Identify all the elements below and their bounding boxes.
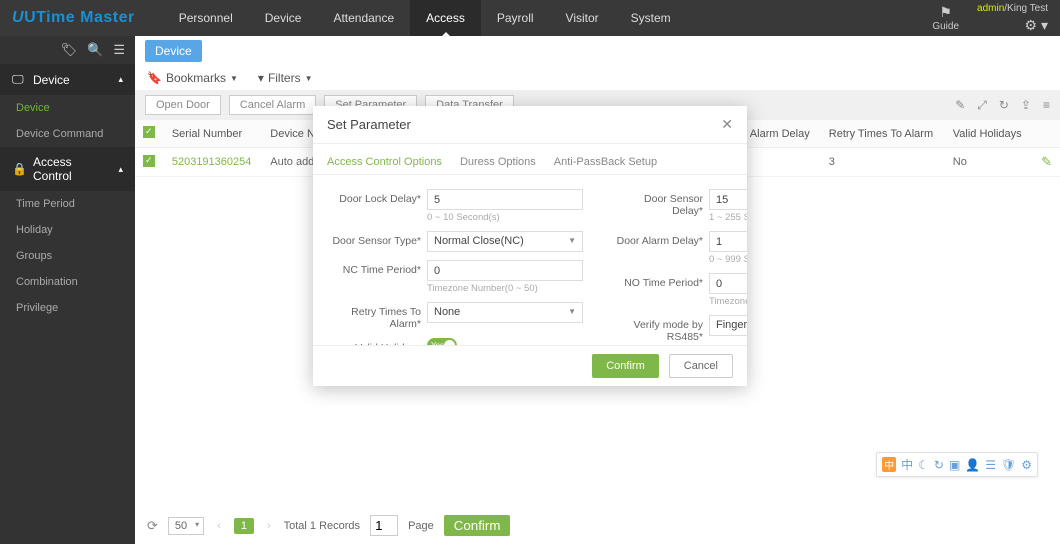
- label-no-time-period: NO Time Period*: [611, 273, 709, 289]
- tab-duress-options[interactable]: Duress Options: [460, 150, 536, 174]
- select-verify-mode[interactable]: Fingerprint/Card▼: [709, 315, 747, 336]
- topbar: UUTime Master Personnel Device Attendanc…: [0, 0, 1060, 36]
- nav-device[interactable]: Device: [249, 0, 318, 36]
- input-door-sensor-delay[interactable]: [709, 189, 747, 210]
- label-door-sensor-delay: Door Sensor Delay*: [611, 189, 709, 217]
- guide-label: Guide: [932, 21, 959, 32]
- user-name: King Test: [1007, 3, 1048, 14]
- input-door-lock-delay[interactable]: [427, 189, 583, 210]
- set-parameter-modal: Set Parameter ✕ Access Control Options D…: [313, 106, 747, 386]
- select-retry-alarm-value: None: [434, 306, 460, 318]
- input-no-time-period[interactable]: [709, 273, 747, 294]
- main-nav: Personnel Device Attendance Access Payro…: [163, 0, 687, 36]
- close-icon[interactable]: ✕: [721, 116, 733, 133]
- tab-access-control-options[interactable]: Access Control Options: [327, 150, 442, 174]
- chevron-down-icon: ▼: [568, 236, 576, 245]
- nav-payroll[interactable]: Payroll: [481, 0, 550, 36]
- label-door-alarm-delay: Door Alarm Delay*: [611, 231, 709, 247]
- toggle-valid-holidays[interactable]: Yes: [427, 338, 457, 345]
- hint-no-time-period: Timezone Number(0 ~ 50): [709, 296, 747, 307]
- select-retry-alarm[interactable]: None ▼: [427, 302, 583, 323]
- signpost-icon: ⚑: [939, 4, 952, 21]
- nav-system[interactable]: System: [615, 0, 687, 36]
- modal-confirm-button[interactable]: Confirm: [592, 354, 659, 378]
- select-door-sensor-type[interactable]: Normal Close(NC) ▼: [427, 231, 583, 252]
- label-retry-alarm: Retry Times To Alarm*: [329, 302, 427, 330]
- nav-personnel[interactable]: Personnel: [163, 0, 249, 36]
- guide-button[interactable]: ⚑ Guide: [932, 4, 959, 32]
- nav-visitor[interactable]: Visitor: [550, 0, 615, 36]
- nav-access[interactable]: Access: [410, 0, 481, 36]
- input-nc-time-period[interactable]: [427, 260, 583, 281]
- hint-door-lock-delay: 0 ~ 10 Second(s): [427, 212, 583, 223]
- brand-logo: UUTime Master: [12, 9, 135, 27]
- hint-door-sensor-delay: 1 ~ 255 Second(s): [709, 212, 747, 223]
- modal-cancel-button[interactable]: Cancel: [669, 354, 733, 378]
- user-info: admin/King Test: [977, 3, 1048, 14]
- settings-gear-icon[interactable]: ⚙ ▾: [1025, 17, 1048, 34]
- label-verify-mode: Verify mode by RS485*: [611, 315, 709, 343]
- user-role: admin: [977, 3, 1004, 14]
- modal-backdrop: Set Parameter ✕ Access Control Options D…: [0, 36, 1060, 544]
- chevron-down-icon: ▼: [568, 307, 576, 316]
- select-door-sensor-type-value: Normal Close(NC): [434, 235, 524, 247]
- hint-nc-time-period: Timezone Number(0 ~ 50): [427, 283, 583, 294]
- label-valid-holidays: Valid Holidays: [329, 338, 427, 345]
- hint-door-alarm-delay: 0 ~ 999 Second(s): [709, 254, 747, 265]
- input-door-alarm-delay[interactable]: [709, 231, 747, 252]
- nav-attendance[interactable]: Attendance: [317, 0, 410, 36]
- modal-title: Set Parameter: [327, 117, 411, 132]
- select-verify-mode-value: Fingerprint/Card: [716, 319, 747, 331]
- label-door-lock-delay: Door Lock Delay*: [329, 189, 427, 205]
- brand-text: UTime Master: [24, 9, 135, 26]
- toggle-valid-holidays-label: Yes: [431, 341, 444, 345]
- label-door-sensor-type: Door Sensor Type*: [329, 231, 427, 247]
- tab-anti-passback[interactable]: Anti-PassBack Setup: [554, 150, 657, 174]
- label-nc-time-period: NC Time Period*: [329, 260, 427, 276]
